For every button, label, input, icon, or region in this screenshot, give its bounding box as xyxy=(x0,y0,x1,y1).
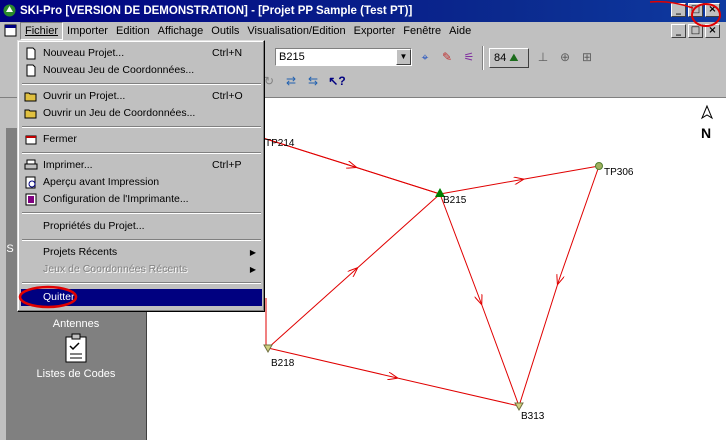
menu-fichier[interactable]: Fichier xyxy=(20,22,64,40)
maximize-button[interactable]: □ xyxy=(688,3,703,17)
globe-icon[interactable]: ⊕ xyxy=(554,47,576,67)
north-label: N xyxy=(701,125,711,141)
axis-icon[interactable]: ⊥ xyxy=(532,47,554,67)
menu-aide[interactable]: Aide xyxy=(445,22,475,40)
menu-item-fermer[interactable]: Fermer xyxy=(21,131,262,148)
mdi-minimize-button[interactable]: _ xyxy=(671,24,686,38)
baseline-b215-tp306[interactable] xyxy=(439,165,600,195)
menu-item-config-imprimante[interactable]: Configuration de l'Imprimante... xyxy=(21,191,262,208)
point-select[interactable]: B215 ▼ xyxy=(275,48,412,66)
antennes-label[interactable]: Antennes xyxy=(6,318,146,330)
connect-icon[interactable]: ⇄ xyxy=(280,71,302,91)
fichier-dropdown: Nouveau Projet... Ctrl+N Nouveau Jeu de … xyxy=(17,40,265,312)
menu-affichage[interactable]: Affichage xyxy=(154,22,208,40)
new-file-icon xyxy=(26,47,36,60)
submenu-arrow-icon: ▶ xyxy=(249,248,256,257)
menu-item-nouveau-projet[interactable]: Nouveau Projet... Ctrl+N xyxy=(21,45,262,62)
menu-outils[interactable]: Outils xyxy=(207,22,243,40)
antenna-icon: ⛰ xyxy=(509,52,519,64)
menu-item-nouveau-jeu[interactable]: Nouveau Jeu de Coordonnées... xyxy=(21,62,262,79)
window-title: SKI-Pro [VERSION DE DEMONSTRATION] - [Pr… xyxy=(20,5,413,17)
close-button[interactable]: × xyxy=(705,3,720,17)
point-b218-label: B218 xyxy=(271,358,295,369)
document-icon[interactable] xyxy=(4,24,17,37)
point-b313-label: B313 xyxy=(521,411,545,422)
crosshair-icon[interactable]: ⌖ xyxy=(414,47,436,67)
open-folder-icon xyxy=(24,92,37,102)
baseline-b218-b215[interactable] xyxy=(267,193,441,349)
baseline-b215-b313[interactable] xyxy=(439,193,520,407)
mdi-close-button[interactable]: × xyxy=(705,24,720,38)
point-tp306-label: TP306 xyxy=(604,167,634,178)
baseline-tp306-b313[interactable] xyxy=(518,165,600,407)
mdi-restore-button[interactable]: □ xyxy=(688,24,703,38)
baseline-b218-b313[interactable] xyxy=(267,347,520,407)
chevron-down-icon[interactable]: ▼ xyxy=(396,49,411,65)
point-tp214-label: TP214 xyxy=(265,138,295,149)
menu-item-projets-recents[interactable]: Projets Récents ▶ xyxy=(21,244,262,261)
grid-icon[interactable]: ⊞ xyxy=(576,47,598,67)
pencil-icon[interactable]: ✎ xyxy=(436,47,458,67)
menu-importer[interactable]: Importer xyxy=(63,22,112,40)
close-window-icon xyxy=(25,135,37,145)
new-file-icon xyxy=(26,64,36,77)
menu-item-imprimer[interactable]: Imprimer... Ctrl+P xyxy=(21,157,262,174)
point-tp306-marker[interactable] xyxy=(595,162,603,170)
menu-item-proprietes[interactable]: Propriétés du Projet... xyxy=(21,218,262,235)
point-b215-label: B215 xyxy=(443,195,467,206)
printer-icon xyxy=(24,159,38,170)
point-b313-marker[interactable] xyxy=(514,402,524,412)
open-folder-icon xyxy=(24,109,37,119)
listes-codes-label[interactable]: Listes de Codes xyxy=(6,368,146,380)
help-icon[interactable]: ↖? xyxy=(326,71,348,91)
page-setup-icon xyxy=(25,193,37,206)
minimize-button[interactable]: _ xyxy=(671,3,686,17)
menu-item-ouvrir-projet[interactable]: Ouvrir un Projet... Ctrl+O xyxy=(21,88,262,105)
menu-item-ouvrir-jeu[interactable]: Ouvrir un Jeu de Coordonnées... xyxy=(21,105,262,122)
point-select-value: B215 xyxy=(279,51,305,63)
menu-exporter[interactable]: Exporter xyxy=(350,22,400,40)
submenu-arrow-icon: ▶ xyxy=(249,265,256,274)
menu-item-quitter[interactable]: Quitter xyxy=(21,289,262,306)
baselines xyxy=(262,137,600,407)
menu-item-apercu[interactable]: Aperçu avant Impression xyxy=(21,174,262,191)
menu-visualisation[interactable]: Visualisation/Edition xyxy=(243,22,349,40)
clipboard-icon[interactable] xyxy=(64,333,88,363)
menu-fenetre[interactable]: Fenêtre xyxy=(399,22,445,40)
title-bar[interactable]: SKI-Pro [VERSION DE DEMONSTRATION] - [Pr… xyxy=(0,0,726,22)
menu-edition[interactable]: Edition xyxy=(112,22,154,40)
print-preview-icon xyxy=(25,176,36,189)
disconnect-icon[interactable]: ⇆ xyxy=(302,71,324,91)
north-arrow-icon: N xyxy=(700,104,714,141)
measure-icon[interactable]: ⚟ xyxy=(458,47,480,67)
app-icon xyxy=(3,4,16,17)
menu-bar: Fichier Importer Edition Affichage Outil… xyxy=(0,22,726,40)
count-display[interactable]: 84 ⛰ xyxy=(489,48,529,68)
menu-item-jeux-recents[interactable]: Jeux de Coordonnées Récents ▶ xyxy=(21,261,262,278)
